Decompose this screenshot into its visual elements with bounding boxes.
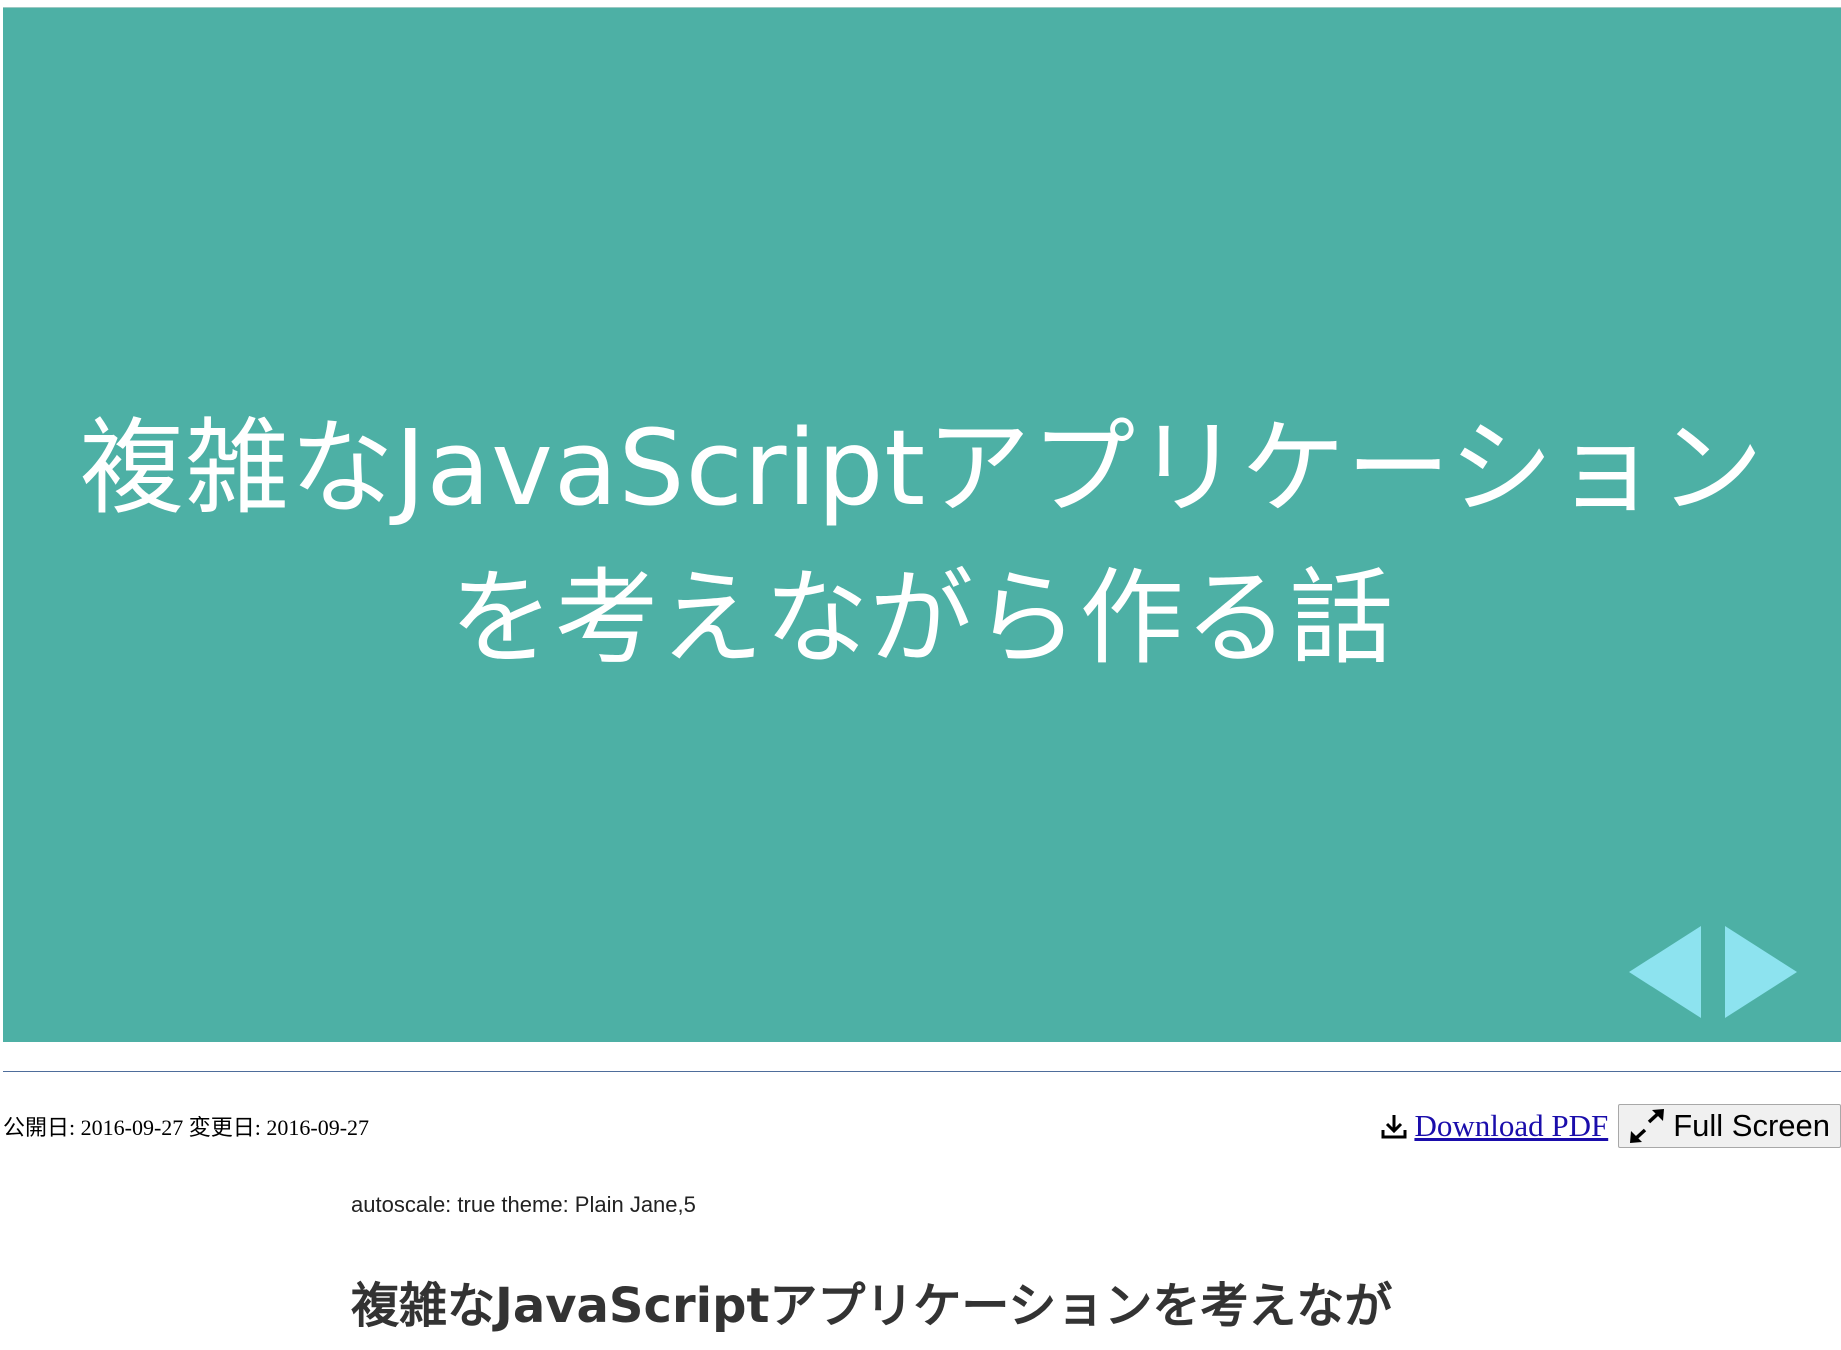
previous-slide-button[interactable] [1629, 926, 1701, 1018]
triangle-left-icon [1629, 926, 1701, 1018]
document-settings: autoscale: true theme: Plain Jane,5 [351, 1192, 696, 1217]
download-icon [1380, 1112, 1408, 1140]
slide-actions: Download PDF Full Screen [1380, 1104, 1841, 1148]
full-screen-label: Full Screen [1673, 1108, 1830, 1143]
download-pdf-label: Download PDF [1414, 1108, 1609, 1143]
slide[interactable]: 複雑なJavaScriptアプリケーション を考えながら作る話 [3, 7, 1841, 1042]
full-screen-button[interactable]: Full Screen [1618, 1104, 1841, 1148]
slide-navigation [1629, 926, 1797, 1018]
download-pdf-link[interactable]: Download PDF [1380, 1108, 1608, 1144]
next-slide-button[interactable] [1725, 926, 1797, 1018]
expand-icon [1627, 1108, 1667, 1144]
publish-dates: 公開日: 2016-09-27 変更日: 2016-09-27 [3, 1115, 370, 1140]
divider [3, 1071, 1841, 1072]
document-heading: 複雑なJavaScriptアプリケーションを考えなが [351, 1278, 1393, 1334]
meta-bar: 公開日: 2016-09-27 変更日: 2016-09-27 Download… [3, 1104, 1841, 1148]
slide-title: 複雑なJavaScriptアプリケーション を考えながら作る話 [3, 393, 1841, 693]
slide-title-line-1: 複雑なJavaScriptアプリケーション [79, 407, 1765, 529]
slide-title-line-2: を考えながら作る話 [449, 557, 1395, 679]
triangle-right-icon [1725, 926, 1797, 1018]
slide-viewer-page: 複雑なJavaScriptアプリケーション を考えながら作る話 公開日: 201… [0, 0, 1841, 1350]
